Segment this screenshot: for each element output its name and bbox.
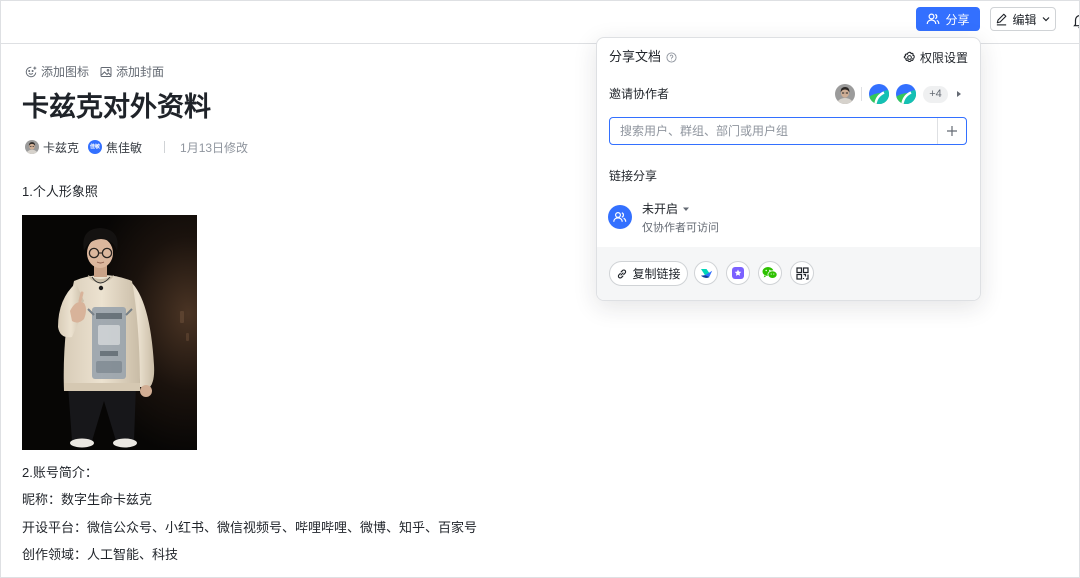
share-to-feishu-button[interactable] [694, 261, 718, 285]
author-name: 焦佳敏 [106, 140, 143, 155]
intro-line-domain: 创作领域：人工智能、科技 [22, 547, 179, 562]
wechat-icon [762, 266, 778, 280]
intro-line-platforms: 开设平台：微信公众号、小红书、微信视频号、哔哩哔哩、微博、知乎、百家号 [22, 520, 478, 535]
share-panel: 分享文档 权限设置 邀请协作者 +4 搜索用户、群组、部门或用户组 链接分享 未… [596, 37, 981, 301]
link-share-scope: 仅协作者可访问 [642, 222, 719, 234]
collaborator-group-avatar[interactable] [869, 84, 889, 104]
invite-search-input[interactable] [610, 118, 937, 144]
link-share-label: 链接分享 [609, 169, 658, 183]
share-to-wechat-button[interactable] [758, 261, 782, 285]
copy-link-label: 复制链接 [632, 267, 681, 281]
document-actions: 添加图标 添加封面 [25, 64, 164, 80]
feishu-icon [699, 266, 713, 280]
link-share-status-dropdown[interactable]: 未开启 [642, 201, 690, 217]
docs-app-icon [731, 266, 745, 280]
add-cover-label: 添加封面 [116, 65, 165, 79]
chevron-down-icon [1041, 14, 1051, 24]
permission-settings-button[interactable]: 权限设置 [903, 48, 968, 66]
modified-time: 1月13日修改 [180, 140, 249, 155]
link-share-icon [608, 205, 632, 229]
pencil-icon [995, 13, 1008, 26]
avatar: 佳敏 [88, 140, 103, 154]
help-icon[interactable] [666, 51, 677, 63]
plus-icon [946, 125, 958, 137]
invite-collaborators-label: 邀请协作者 [609, 87, 670, 101]
share-to-docs-app-button[interactable] [726, 261, 750, 285]
caret-down-icon [682, 205, 690, 213]
image-icon [100, 66, 112, 78]
intro-line-nickname: 昵称：数字生命卡兹克 [22, 492, 153, 507]
gear-icon [903, 51, 916, 64]
author-item[interactable]: 卡兹克 [25, 139, 79, 156]
edit-button-label: 编辑 [1012, 12, 1037, 27]
add-icon-label: 添加图标 [41, 65, 90, 79]
share-panel-footer: 复制链接 [597, 247, 980, 300]
collaborator-avatar[interactable] [835, 84, 855, 104]
share-button[interactable]: 分享 [916, 7, 980, 31]
meta-divider [164, 141, 166, 153]
edit-mode-button[interactable]: 编辑 [990, 7, 1056, 31]
bell-icon[interactable] [1073, 13, 1079, 29]
copy-link-button[interactable]: 复制链接 [609, 261, 688, 286]
app-window: 分享 编辑 添加图标 添加封面 卡兹克对外资料 卡兹克 佳敏 焦佳敏 1月13日… [0, 0, 1080, 578]
document-meta: 卡兹克 佳敏 焦佳敏 1月13日修改 [25, 137, 248, 157]
share-panel-title: 分享文档 [609, 49, 662, 64]
section-heading-photo: 1.个人形象照 [22, 184, 98, 199]
document-title[interactable]: 卡兹克对外资料 [22, 88, 211, 126]
caret-right-icon[interactable] [956, 90, 962, 98]
add-collaborator-button[interactable] [937, 118, 966, 144]
add-icon-button[interactable]: 添加图标 [25, 64, 89, 80]
author-name: 卡兹克 [43, 140, 80, 155]
add-cover-button[interactable]: 添加封面 [100, 64, 164, 80]
share-panel-header: 分享文档 [609, 48, 677, 66]
share-qrcode-button[interactable] [790, 261, 814, 285]
qrcode-icon [795, 266, 809, 280]
permission-settings-label: 权限设置 [919, 50, 968, 65]
share-user-icon [926, 12, 940, 26]
avatar-divider [861, 87, 862, 101]
avatar [25, 140, 39, 154]
link-icon [616, 268, 628, 280]
invite-search-box [609, 117, 967, 145]
profile-photo[interactable] [22, 215, 197, 450]
collaborator-group-avatar[interactable] [896, 84, 916, 104]
smiley-icon [25, 66, 37, 78]
link-share-status: 未开启 [642, 202, 679, 216]
share-button-label: 分享 [945, 12, 970, 27]
section-heading-intro: 2.账号简介： [22, 465, 98, 480]
author-item[interactable]: 佳敏 焦佳敏 [88, 139, 142, 156]
more-collaborators-badge[interactable]: +4 [923, 86, 948, 103]
